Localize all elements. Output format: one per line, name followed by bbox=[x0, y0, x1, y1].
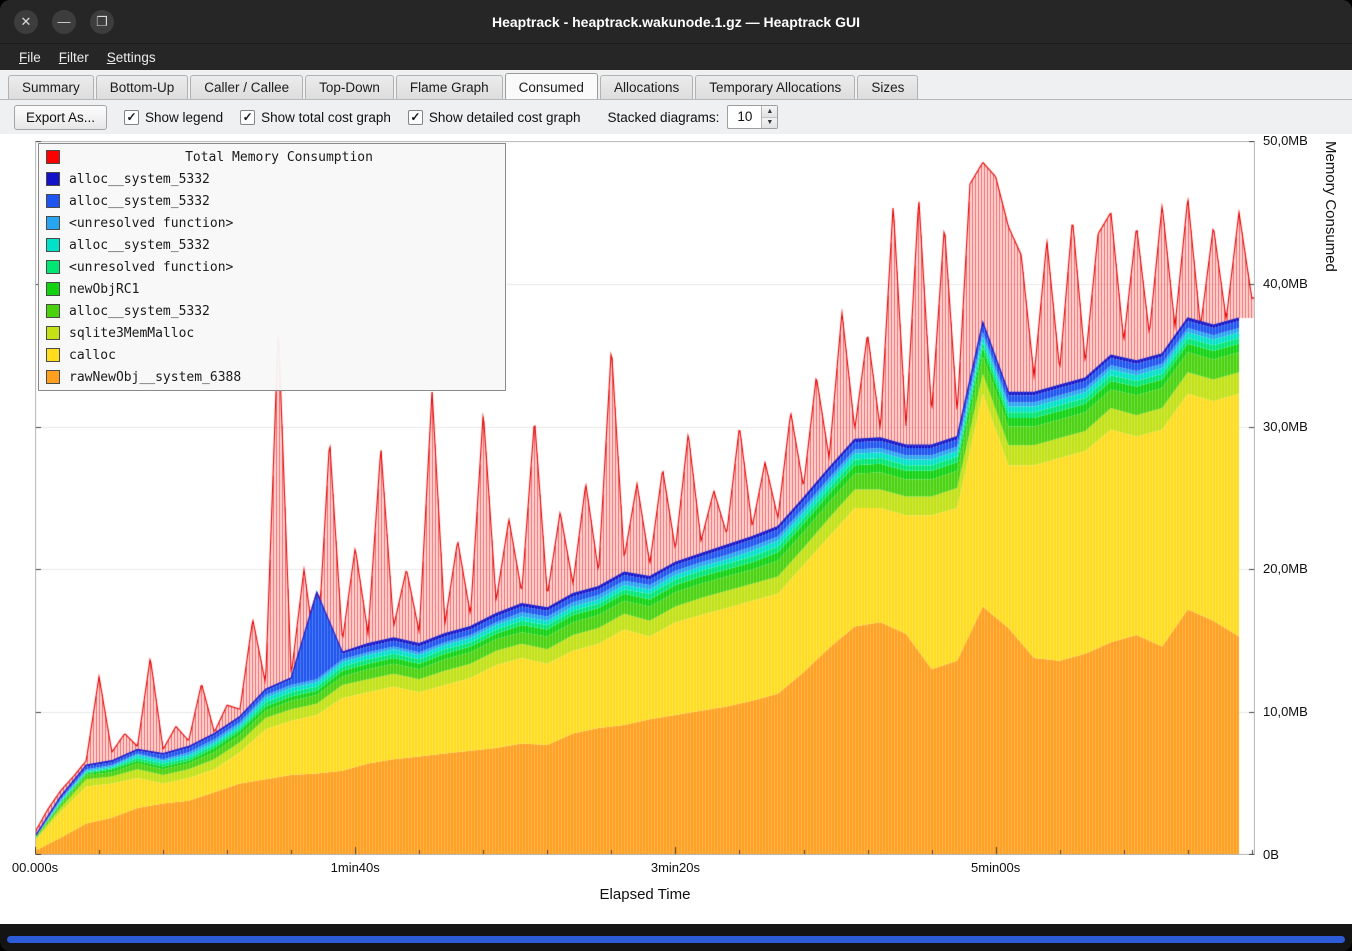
x-axis-title: Elapsed Time bbox=[35, 886, 1255, 903]
stacked-diagrams-spinbox[interactable]: 10 ▲ ▼ bbox=[727, 105, 778, 129]
legend-label: sqlite3MemMalloc bbox=[69, 326, 194, 341]
legend-label: <unresolved function> bbox=[69, 216, 233, 231]
legend-label: newObjRC1 bbox=[69, 282, 139, 297]
legend-swatch bbox=[46, 348, 60, 362]
tab-sizes[interactable]: Sizes bbox=[857, 75, 918, 99]
window-controls: ✕ — ❐ bbox=[14, 10, 114, 34]
spin-buttons: ▲ ▼ bbox=[761, 106, 777, 128]
x-tick-label: 5min00s bbox=[971, 860, 1020, 875]
legend-swatch bbox=[46, 326, 60, 340]
legend-label: alloc__system_5332 bbox=[69, 172, 210, 187]
legend-item: sqlite3MemMalloc bbox=[39, 322, 505, 344]
legend-swatch bbox=[46, 260, 60, 274]
y-tick-label: 20,0MB bbox=[1263, 561, 1308, 576]
stacked-diagrams-group: Stacked diagrams: 10 ▲ ▼ bbox=[608, 105, 779, 129]
show-legend-checkbox[interactable]: ✓ Show legend bbox=[124, 110, 223, 125]
show-total-cost-label: Show total cost graph bbox=[261, 110, 391, 125]
y-axis-title: Memory Consumed bbox=[1322, 141, 1339, 855]
statusbar bbox=[0, 924, 1352, 951]
export-as-button[interactable]: Export As... bbox=[14, 105, 107, 130]
legend-item: calloc bbox=[39, 344, 505, 366]
menu-filter[interactable]: Filter bbox=[50, 47, 98, 68]
maximize-icon[interactable]: ❐ bbox=[90, 10, 114, 34]
y-tick-label: 40,0MB bbox=[1263, 276, 1308, 291]
legend-label: alloc__system_5332 bbox=[69, 304, 210, 319]
legend-swatch bbox=[46, 370, 60, 384]
checkbox-check-icon: ✓ bbox=[240, 110, 255, 125]
titlebar: ✕ — ❐ Heaptrack - heaptrack.wakunode.1.g… bbox=[0, 0, 1352, 44]
checkbox-check-icon: ✓ bbox=[124, 110, 139, 125]
legend-swatch bbox=[46, 172, 60, 186]
legend-item: alloc__system_5332 bbox=[39, 234, 505, 256]
minimize-icon[interactable]: — bbox=[52, 10, 76, 34]
legend-swatch bbox=[46, 282, 60, 296]
window-title: Heaptrack - heaptrack.wakunode.1.gz — He… bbox=[0, 14, 1352, 30]
bottom-accent-bar bbox=[7, 936, 1345, 943]
show-detailed-cost-checkbox[interactable]: ✓ Show detailed cost graph bbox=[408, 110, 581, 125]
tab-temporary-allocations[interactable]: Temporary Allocations bbox=[695, 75, 855, 99]
legend-item: rawNewObj__system_6388 bbox=[39, 366, 505, 388]
legend-swatch bbox=[46, 216, 60, 230]
x-tick-label: 1min40s bbox=[331, 860, 380, 875]
spin-up-icon[interactable]: ▲ bbox=[762, 106, 777, 117]
show-total-cost-checkbox[interactable]: ✓ Show total cost graph bbox=[240, 110, 391, 125]
legend-item: alloc__system_5332 bbox=[39, 190, 505, 212]
close-icon[interactable]: ✕ bbox=[14, 10, 38, 34]
y-tick-label: 10,0MB bbox=[1263, 704, 1308, 719]
legend-item: <unresolved function> bbox=[39, 212, 505, 234]
legend-title: Total Memory Consumption bbox=[60, 150, 498, 165]
legend-label: calloc bbox=[69, 348, 116, 363]
x-tick-label: 00.000s bbox=[12, 860, 58, 875]
legend-item: <unresolved function> bbox=[39, 256, 505, 278]
show-detailed-cost-label: Show detailed cost graph bbox=[429, 110, 581, 125]
legend-swatch bbox=[46, 304, 60, 318]
legend-label: rawNewObj__system_6388 bbox=[69, 370, 241, 385]
tab-bottom-up[interactable]: Bottom-Up bbox=[96, 75, 189, 99]
stacked-diagrams-label: Stacked diagrams: bbox=[608, 110, 720, 125]
tab-caller-callee[interactable]: Caller / Callee bbox=[190, 75, 303, 99]
menu-file[interactable]: File bbox=[10, 47, 50, 68]
y-tick-label: 0B bbox=[1263, 847, 1279, 862]
stacked-diagrams-value[interactable]: 10 bbox=[728, 106, 761, 128]
menubar: File Filter Settings bbox=[0, 44, 1352, 70]
legend-label: <unresolved function> bbox=[69, 260, 233, 275]
toolbar: Export As... ✓ Show legend ✓ Show total … bbox=[0, 100, 1352, 134]
checkbox-check-icon: ✓ bbox=[408, 110, 423, 125]
tab-flame-graph[interactable]: Flame Graph bbox=[396, 75, 503, 99]
legend-title-row: Total Memory Consumption bbox=[39, 146, 505, 168]
y-tick-label: 30,0MB bbox=[1263, 419, 1308, 434]
legend-swatch bbox=[46, 238, 60, 252]
legend-label: alloc__system_5332 bbox=[69, 194, 210, 209]
tabbar: Summary Bottom-Up Caller / Callee Top-Do… bbox=[0, 70, 1352, 100]
spin-down-icon[interactable]: ▼ bbox=[762, 117, 777, 129]
heaptrack-window: ✕ — ❐ Heaptrack - heaptrack.wakunode.1.g… bbox=[0, 0, 1352, 951]
x-tick-label: 3min20s bbox=[651, 860, 700, 875]
tab-consumed[interactable]: Consumed bbox=[505, 73, 598, 99]
y-tick-label: 50,0MB bbox=[1263, 133, 1308, 148]
menu-settings[interactable]: Settings bbox=[98, 47, 165, 68]
legend-label: alloc__system_5332 bbox=[69, 238, 210, 253]
legend-item: alloc__system_5332 bbox=[39, 168, 505, 190]
show-legend-label: Show legend bbox=[145, 110, 223, 125]
tab-summary[interactable]: Summary bbox=[8, 75, 94, 99]
legend-swatch bbox=[46, 194, 60, 208]
tab-top-down[interactable]: Top-Down bbox=[305, 75, 394, 99]
legend-item: alloc__system_5332 bbox=[39, 300, 505, 322]
chart-legend: Total Memory Consumption alloc__system_5… bbox=[38, 143, 506, 391]
tab-allocations[interactable]: Allocations bbox=[600, 75, 693, 99]
chart-area: Total Memory Consumption alloc__system_5… bbox=[0, 134, 1352, 924]
legend-swatch-total bbox=[46, 150, 60, 164]
legend-item: newObjRC1 bbox=[39, 278, 505, 300]
